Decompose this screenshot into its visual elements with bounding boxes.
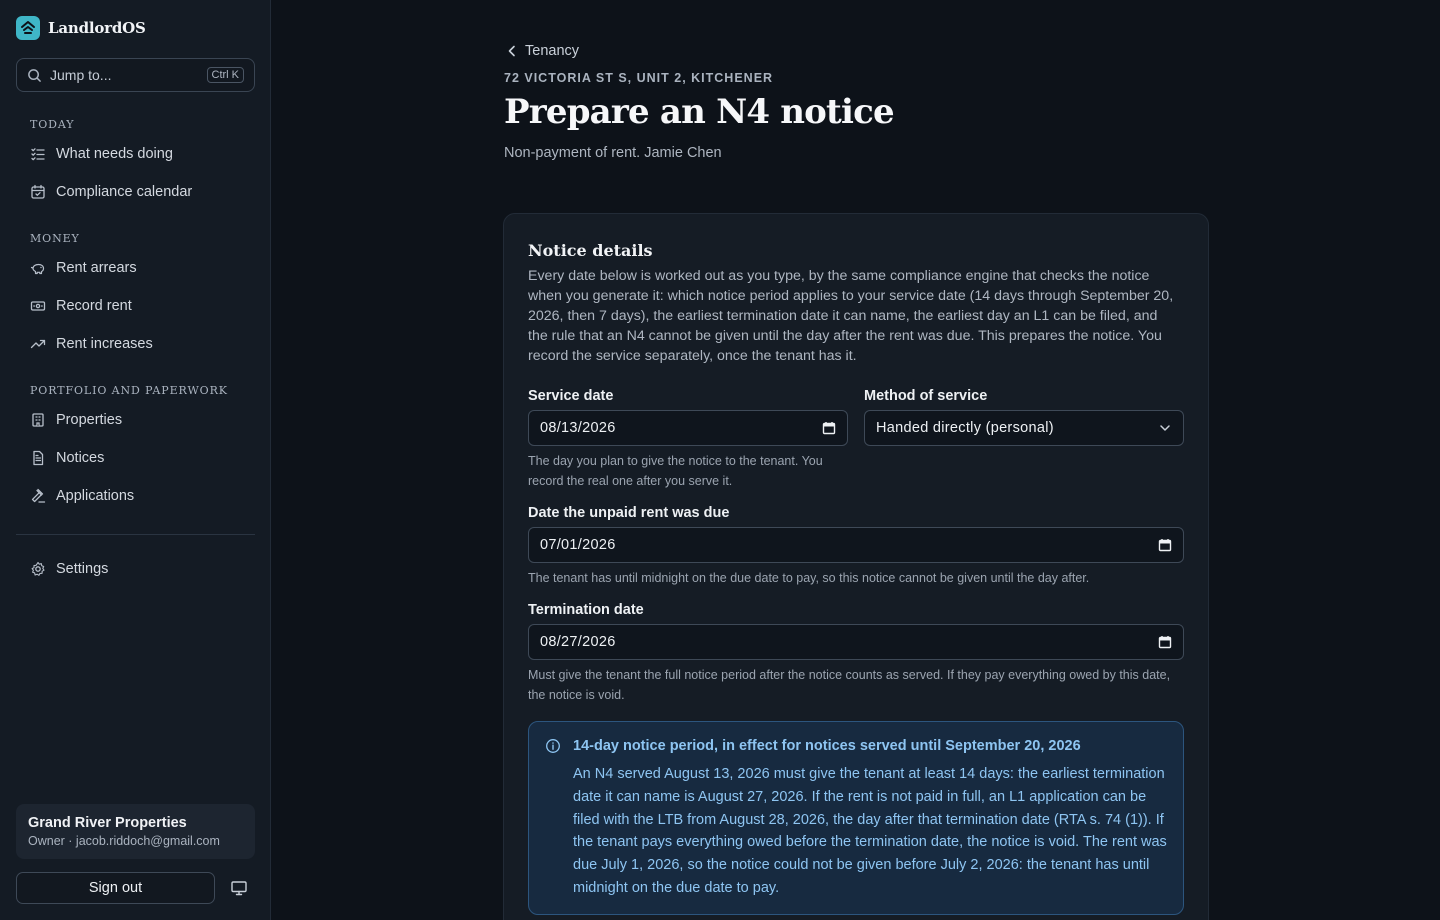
gear-icon xyxy=(31,561,45,576)
termination-date-label: Termination date xyxy=(528,602,644,618)
piggy-bank-icon xyxy=(30,263,45,275)
back-link[interactable]: Tenancy xyxy=(507,43,579,59)
sidebar-item-settings[interactable]: Settings xyxy=(30,559,108,579)
monitor-icon[interactable] xyxy=(230,879,248,897)
due-date-help: The tenant has until midnight on the due… xyxy=(528,571,1090,585)
logo-icon xyxy=(16,16,40,40)
sidebar-item-rent-increases[interactable]: Rent increases xyxy=(30,334,153,354)
sidebar-item-label: Rent increases xyxy=(56,336,153,352)
banknote-icon xyxy=(30,301,46,311)
section-title-today: TODAY xyxy=(30,118,75,131)
section-title-money: MONEY xyxy=(30,232,80,245)
app-name: LandlordOS xyxy=(48,19,146,37)
sidebar-item-label: Properties xyxy=(56,412,123,428)
section-title-portfolio: PORTFOLIO AND PAPERWORK xyxy=(30,384,228,397)
sidebar-item-label: Compliance calendar xyxy=(56,184,193,200)
account-name: Grand River Properties xyxy=(28,815,187,831)
sign-out-button[interactable]: Sign out xyxy=(16,872,215,904)
due-date-input[interactable]: 07/01/2026 xyxy=(528,527,1184,563)
sidebar-item-record-rent[interactable]: Record rent xyxy=(30,296,132,316)
sidebar-item-what-needs-doing[interactable]: What needs doing xyxy=(30,144,173,164)
search-placeholder: Jump to... xyxy=(50,67,112,83)
sidebar: LandlordOS Jump to... Ctrl K TODAY What … xyxy=(0,0,271,920)
service-date-input[interactable]: 08/13/2026 xyxy=(528,410,848,446)
calendar-icon xyxy=(31,184,45,199)
sidebar-item-label: Settings xyxy=(56,561,109,577)
page-subtitle: Non-payment of rent. Jamie Chen xyxy=(504,145,722,161)
method-of-service-select[interactable]: Handed directly (personal) xyxy=(864,410,1184,446)
card-description: Every date below is worked out as you ty… xyxy=(528,268,1174,364)
sidebar-item-compliance-calendar[interactable]: Compliance calendar xyxy=(30,182,192,202)
sidebar-divider xyxy=(16,534,255,535)
building-icon xyxy=(32,413,44,427)
jump-to-search[interactable]: Jump to... Ctrl K xyxy=(16,58,255,92)
sidebar-item-label: Record rent xyxy=(56,298,132,314)
document-icon xyxy=(33,450,44,466)
callout-title: 14-day notice period, in effect for noti… xyxy=(573,738,1081,754)
sidebar-item-label: Notices xyxy=(56,450,105,466)
sidebar-item-label: Rent arrears xyxy=(56,260,137,276)
callout-body: An N4 served August 13, 2026 must give t… xyxy=(573,766,1167,896)
calendar-icon[interactable] xyxy=(1158,635,1172,649)
search-icon xyxy=(28,68,41,82)
termination-date-input[interactable]: 08/27/2026 xyxy=(528,624,1184,660)
sidebar-item-label: Applications xyxy=(56,488,135,504)
sidebar-item-notices[interactable]: Notices xyxy=(30,448,104,468)
chevron-left-icon xyxy=(508,45,515,57)
termination-date-help: Must give the tenant the full notice per… xyxy=(528,668,1171,702)
calendar-icon[interactable] xyxy=(822,421,836,435)
sidebar-item-properties[interactable]: Properties xyxy=(30,410,122,430)
property-address: 72 VICTORIA ST S, UNIT 2, KITCHENER xyxy=(504,71,774,85)
sidebar-item-label: What needs doing xyxy=(56,146,173,162)
service-date-help: The day you plan to give the notice to t… xyxy=(528,454,823,488)
page-title: Prepare an N4 notice xyxy=(504,92,895,132)
due-date-value: 07/01/2026 xyxy=(540,537,616,553)
calendar-icon[interactable] xyxy=(1158,538,1172,552)
sidebar-item-applications[interactable]: Applications xyxy=(30,486,134,506)
shortcut-badge: Ctrl K xyxy=(206,67,244,83)
termination-date-value: 08/27/2026 xyxy=(540,634,616,650)
method-of-service-label: Method of service xyxy=(864,388,988,404)
checklist-icon xyxy=(31,148,45,161)
chevron-down-icon xyxy=(1160,425,1170,431)
method-of-service-value: Handed directly (personal) xyxy=(876,420,1054,436)
info-icon xyxy=(546,739,560,753)
gavel-icon xyxy=(31,488,46,503)
card-title: Notice details xyxy=(528,241,653,260)
sidebar-item-rent-arrears[interactable]: Rent arrears xyxy=(30,258,137,278)
trending-up-icon xyxy=(30,339,46,349)
back-link-label: Tenancy xyxy=(525,43,580,59)
account-role: Owner · jacob.riddoch@gmail.com xyxy=(28,834,220,848)
due-date-label: Date the unpaid rent was due xyxy=(528,505,730,521)
account-card[interactable]: Grand River Properties Owner · jacob.rid… xyxy=(16,804,255,859)
service-date-value: 08/13/2026 xyxy=(540,420,616,436)
service-date-label: Service date xyxy=(528,388,614,404)
brand[interactable]: LandlordOS xyxy=(16,16,146,40)
